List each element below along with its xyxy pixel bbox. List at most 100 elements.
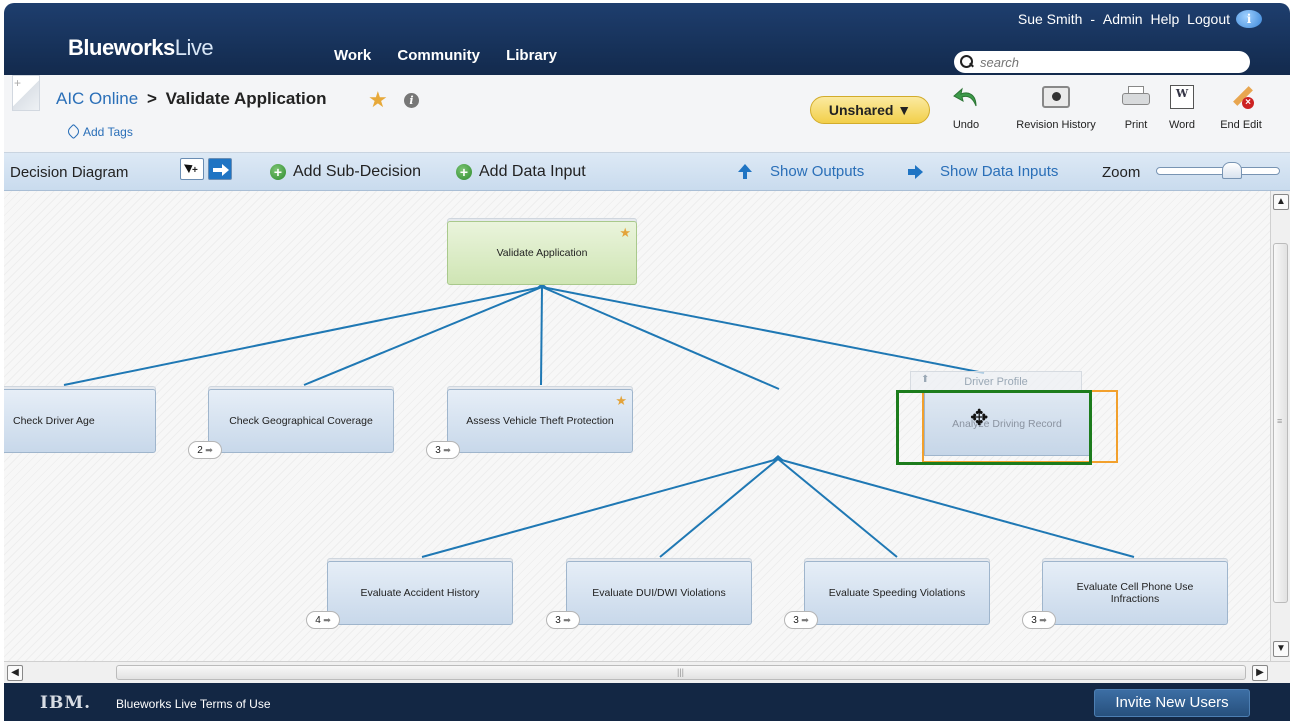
ibm-logo: IBM. [40, 693, 92, 713]
info-icon[interactable]: i [1236, 10, 1262, 28]
page-title: Validate Application [165, 89, 327, 108]
move-cursor-icon: ✥ [970, 405, 989, 430]
breadcrumb: AIC Online > Validate Application [56, 89, 327, 109]
word-label: Word [1168, 119, 1196, 131]
tag-icon [65, 123, 82, 140]
link-eval-cell [777, 458, 1135, 558]
camera-icon [1042, 86, 1070, 108]
link-assess-theft [540, 286, 543, 386]
undo-icon [953, 87, 977, 107]
link-eval-dui [659, 458, 779, 558]
node-label: Validate Application [496, 247, 588, 259]
decision-node-validate-application[interactable]: Validate Application ★ [447, 221, 637, 285]
end-edit-button[interactable]: × End Edit [1210, 83, 1272, 131]
link-eval-accident [421, 458, 779, 558]
node-label: Assess Vehicle Theft Protection [466, 415, 614, 427]
node-label: Evaluate Speeding Violations [828, 587, 966, 599]
horizontal-scrollbar[interactable]: ◀ ||| ▶ [4, 661, 1290, 683]
vertical-scroll-thumb[interactable]: ≡ [1273, 243, 1288, 603]
decision-node-evaluate-cell-phone-use-infractions[interactable]: Evaluate Cell Phone Use Infractions [1042, 561, 1228, 625]
nav-community[interactable]: Community [397, 47, 480, 64]
decision-node-evaluate-dui-dwi-violations[interactable]: Evaluate DUI/DWI Violations [566, 561, 752, 625]
nav-library[interactable]: Library [506, 47, 557, 64]
node-label: Check Geographical Coverage [229, 415, 373, 427]
sub-decision-count-badge[interactable]: 3 [784, 611, 818, 629]
ghost-label: Driver Profile [964, 376, 1028, 388]
blueworks-live-logo[interactable]: BlueworksLive [68, 35, 214, 61]
printer-icon [1122, 86, 1150, 108]
select-mode-button[interactable] [180, 158, 204, 180]
zoom-slider-thumb[interactable] [1222, 162, 1242, 179]
sub-decision-count-badge[interactable]: 4 [306, 611, 340, 629]
terms-of-use-link[interactable]: Blueworks Live Terms of Use [116, 697, 271, 711]
revision-history-button[interactable]: Revision History [1004, 83, 1108, 131]
word-document-icon: W [1170, 85, 1194, 109]
search-box [954, 51, 1250, 73]
decision-node-check-driver-age[interactable]: Check Driver Age [4, 389, 156, 453]
badge-count: 3 [555, 615, 561, 626]
admin-link[interactable]: Admin [1103, 11, 1143, 27]
logo-light: Live [174, 35, 214, 60]
badge-count: 4 [315, 615, 321, 626]
print-button[interactable]: Print [1114, 83, 1158, 131]
title-bar: + AIC Online > Validate Application ★ i … [4, 75, 1290, 153]
add-tags-link[interactable]: Add Tags [65, 123, 133, 140]
user-separator: - [1090, 11, 1096, 27]
show-data-inputs-link[interactable]: Show Data Inputs [908, 163, 1058, 180]
badge-count: 3 [435, 445, 441, 456]
sub-decision-count-badge[interactable]: 3 [546, 611, 580, 629]
info-icon[interactable]: i [404, 93, 419, 108]
search-icon[interactable] [960, 55, 974, 69]
diagram-canvas[interactable]: Validate Application ★ Check Driver Age … [4, 191, 1270, 661]
nav-work[interactable]: Work [334, 47, 371, 64]
scroll-down-button[interactable]: ▼ [1273, 641, 1289, 657]
vertical-scrollbar[interactable]: ▲ ≡ ▼ [1270, 191, 1290, 661]
add-icon: + [456, 164, 472, 180]
node-label: Evaluate DUI/DWI Violations [592, 587, 726, 599]
scroll-right-button[interactable]: ▶ [1252, 665, 1268, 681]
add-data-input-button[interactable]: + Add Data Input [456, 163, 586, 181]
add-icon: + [270, 164, 286, 180]
scroll-up-button[interactable]: ▲ [1273, 194, 1289, 210]
decision-node-check-geographical-coverage[interactable]: Check Geographical Coverage [208, 389, 394, 453]
app-header: Sue Smith - Admin Help Logout i Bluework… [4, 3, 1290, 75]
help-link[interactable]: Help [1150, 11, 1179, 27]
breadcrumb-parent[interactable]: AIC Online [56, 89, 138, 108]
decision-node-assess-vehicle-theft-protection[interactable]: Assess Vehicle Theft Protection ★ [447, 389, 633, 453]
pencil-cancel-icon: × [1228, 85, 1254, 109]
sub-decision-count-badge[interactable]: 3 [1022, 611, 1056, 629]
share-status-dropdown[interactable]: Unshared ▼ [810, 96, 930, 124]
print-label: Print [1124, 119, 1148, 131]
word-button[interactable]: W Word [1162, 83, 1202, 131]
sub-decision-count-badge[interactable]: 2 [188, 441, 222, 459]
link-driving-record [541, 286, 985, 374]
decision-node-evaluate-speeding-violations[interactable]: Evaluate Speeding Violations [804, 561, 990, 625]
diagram-type-label: Decision Diagram [10, 164, 129, 181]
badge-count: 3 [1031, 615, 1037, 626]
user-name: Sue Smith [1017, 11, 1083, 27]
invite-new-users-button[interactable]: Invite New Users [1094, 689, 1250, 717]
right-arrow-icon [908, 164, 923, 179]
breadcrumb-separator: > [146, 89, 157, 108]
sub-decision-count-badge[interactable]: 3 [426, 441, 460, 459]
show-data-inputs-label: Show Data Inputs [940, 163, 1059, 180]
decision-node-evaluate-accident-history[interactable]: Evaluate Accident History [327, 561, 513, 625]
show-outputs-link[interactable]: Show Outputs [738, 163, 864, 180]
diagram-toolbar: Decision Diagram + Add Sub-Decision + Ad… [4, 153, 1290, 191]
connect-mode-button[interactable] [208, 158, 232, 180]
search-input[interactable] [980, 54, 1240, 70]
logout-link[interactable]: Logout [1187, 11, 1230, 27]
add-sub-decision-button[interactable]: + Add Sub-Decision [270, 163, 421, 181]
favorite-star-icon[interactable]: ★ [368, 87, 388, 113]
up-arrow-icon [738, 163, 752, 179]
show-outputs-label: Show Outputs [770, 163, 865, 180]
horizontal-scroll-thumb[interactable]: ||| [116, 665, 1246, 680]
link-hub-to-root [541, 286, 780, 390]
footer: IBM. Blueworks Live Terms of Use Invite … [4, 683, 1290, 721]
scroll-left-button[interactable]: ◀ [7, 665, 23, 681]
zoom-slider-track[interactable] [1156, 167, 1280, 175]
user-links: Sue Smith - Admin Help Logout [1014, 11, 1230, 27]
node-label: Evaluate Accident History [360, 587, 480, 599]
undo-button[interactable]: Undo [948, 83, 984, 131]
main-nav: Work Community Library [334, 47, 579, 64]
